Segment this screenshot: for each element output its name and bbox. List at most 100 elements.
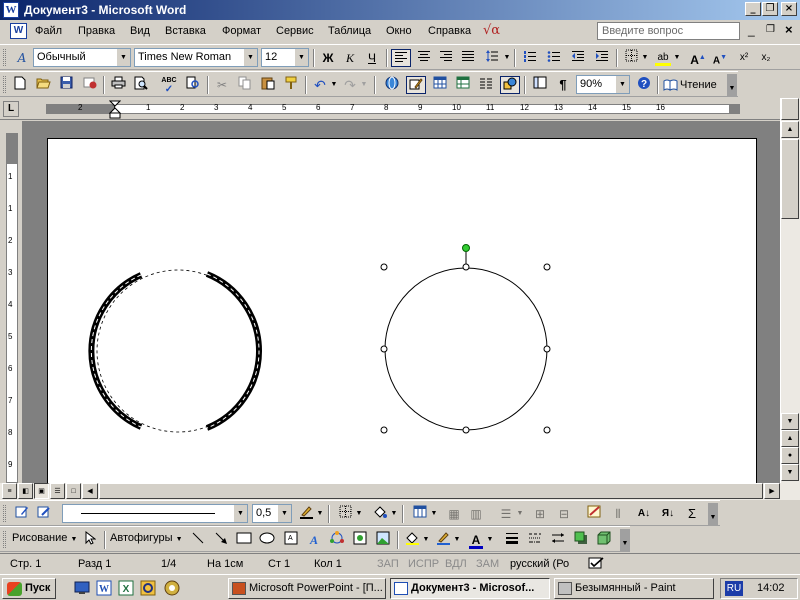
align-left-button[interactable] xyxy=(391,49,411,67)
quicklaunch-outlook-icon[interactable] xyxy=(140,580,156,596)
quicklaunch-word-icon[interactable]: W xyxy=(96,580,112,596)
indent-marker[interactable] xyxy=(109,100,121,120)
shrink-font-button[interactable]: A▼ xyxy=(710,49,730,67)
reading-view-button[interactable]: □ xyxy=(66,483,81,499)
oval-tool-button[interactable] xyxy=(257,531,277,549)
menu-help[interactable]: Справка xyxy=(428,25,471,37)
text-direction-button[interactable]: ⫴ xyxy=(608,505,628,523)
status-language[interactable]: русский (Ро xyxy=(510,558,569,570)
doc-close-button[interactable]: × xyxy=(785,22,793,37)
arrow-style-button[interactable] xyxy=(548,531,568,549)
close-button[interactable]: × xyxy=(781,2,797,16)
bold-button[interactable]: Ж xyxy=(318,49,338,67)
chevron-down-icon[interactable]: ▼ xyxy=(641,49,649,67)
edit-shape-button[interactable] xyxy=(12,505,32,523)
distribute-columns-button[interactable]: ⊟ xyxy=(554,505,574,523)
autoformat-table-button[interactable] xyxy=(584,505,604,523)
drawing-button[interactable] xyxy=(500,76,520,94)
tab-selector[interactable]: L xyxy=(3,101,19,117)
resize-handle[interactable] xyxy=(543,263,551,271)
menu-insert[interactable]: Вставка xyxy=(165,25,206,37)
italic-button[interactable]: К xyxy=(340,49,360,67)
reading-mode-button[interactable]: Чтение xyxy=(663,76,717,94)
select-objects-button[interactable] xyxy=(80,530,100,549)
zoom-select[interactable]: 90% ▼ xyxy=(576,75,630,94)
arrow-tool-button[interactable] xyxy=(211,531,231,549)
toolbar-grip[interactable] xyxy=(3,76,6,93)
split-cells-button[interactable]: ▥ xyxy=(466,505,486,523)
undo-button[interactable]: ↶ xyxy=(310,76,330,94)
merge-cells-button[interactable]: ▦ xyxy=(444,505,464,523)
chevron-down-icon[interactable]: ▼ xyxy=(516,505,524,523)
status-extend-selection[interactable]: ВДЛ xyxy=(445,558,467,570)
menu-table[interactable]: Таблица xyxy=(328,25,371,37)
chevron-down-icon[interactable]: ▼ xyxy=(430,505,438,523)
underline-button[interactable]: Ч xyxy=(362,49,382,67)
diagram-button[interactable] xyxy=(327,531,347,549)
menu-window[interactable]: Окно xyxy=(386,25,412,37)
next-page-button[interactable]: ▼ xyxy=(781,464,799,481)
shape-style-button[interactable] xyxy=(34,505,54,523)
language-indicator[interactable]: RU xyxy=(725,581,743,596)
research-button[interactable] xyxy=(183,76,203,94)
resize-handle[interactable] xyxy=(380,345,388,353)
resize-handle[interactable] xyxy=(543,345,551,353)
paste-button[interactable] xyxy=(258,76,278,94)
resize-handle[interactable] xyxy=(543,426,551,434)
print-layout-button[interactable]: ▣ xyxy=(34,483,49,499)
doc-minimize-button[interactable]: _ xyxy=(748,23,755,37)
format-painter-button[interactable] xyxy=(281,76,301,94)
toolbar-options-button[interactable]: ▼ xyxy=(620,529,630,551)
spelling-button[interactable]: ABC ✓ xyxy=(159,76,179,95)
sort-descending-button[interactable]: Я↓ xyxy=(658,505,678,523)
copy-button[interactable] xyxy=(235,76,255,94)
drawing-menu-button[interactable]: Рисование ▼ xyxy=(12,532,77,544)
styles-pane-icon[interactable]: A xyxy=(12,49,32,67)
menu-view[interactable]: Вид xyxy=(130,25,150,37)
equation-icon[interactable]: √α xyxy=(483,23,500,38)
chevron-down-icon[interactable]: ▼ xyxy=(390,505,398,523)
highlight-button[interactable]: ab xyxy=(653,49,673,67)
chevron-down-icon[interactable]: ▼ xyxy=(330,76,338,94)
shadow-style-button[interactable] xyxy=(571,531,591,549)
picture-button[interactable] xyxy=(373,531,393,549)
quicklaunch-media-icon[interactable] xyxy=(164,580,180,596)
3d-style-button[interactable] xyxy=(594,531,614,549)
hyperlink-button[interactable] xyxy=(382,76,402,94)
line-style-select[interactable]: ▼ xyxy=(62,504,248,523)
normal-view-button[interactable]: ≡ xyxy=(2,483,17,499)
subscript-button[interactable]: x₂ xyxy=(756,49,776,67)
grow-font-button[interactable]: A▲ xyxy=(688,49,708,67)
drawing-toolbar-button[interactable] xyxy=(406,76,426,94)
help-button[interactable]: ? xyxy=(634,76,654,94)
outline-view-button[interactable]: ☰ xyxy=(50,483,65,499)
task-powerpoint[interactable]: Microsoft PowerPoint - [П... xyxy=(228,578,386,599)
justify-button[interactable] xyxy=(458,49,478,67)
selected-circle[interactable] xyxy=(384,248,548,431)
line-tool-button[interactable] xyxy=(188,531,208,549)
style-select[interactable]: Обычный ▼ xyxy=(33,48,131,67)
chevron-down-icon[interactable]: ▼ xyxy=(355,505,363,523)
chevron-down-icon[interactable]: ▼ xyxy=(486,531,494,549)
scroll-right-button[interactable]: ▶ xyxy=(764,483,780,499)
textbox-tool-button[interactable]: A xyxy=(281,531,301,549)
quicklaunch-desktop-icon[interactable] xyxy=(74,580,90,596)
chevron-down-icon[interactable]: ▼ xyxy=(360,76,368,94)
start-button[interactable]: Пуск xyxy=(2,578,56,599)
chevron-down-icon[interactable]: ▼ xyxy=(673,49,681,67)
show-formatting-button[interactable]: ¶ xyxy=(553,76,573,94)
line-color-button[interactable] xyxy=(433,531,453,549)
resize-handle[interactable] xyxy=(380,263,388,271)
autoshapes-menu-button[interactable]: Автофигуры ▼ xyxy=(110,532,183,544)
redo-button[interactable]: ↷ xyxy=(340,76,360,94)
vertical-ruler-strip[interactable]: 112345678910 xyxy=(6,133,18,501)
menu-tools[interactable]: Сервис xyxy=(276,25,314,37)
bullets-button[interactable] xyxy=(544,49,564,67)
rotation-handle[interactable] xyxy=(462,244,470,252)
document-map-button[interactable] xyxy=(530,76,550,94)
status-track-changes[interactable]: ИСПР xyxy=(408,558,439,570)
dash-style-button[interactable] xyxy=(525,531,545,549)
menu-file[interactable]: Файл xyxy=(35,25,62,37)
outside-borders-button[interactable] xyxy=(335,505,355,523)
permission-button[interactable] xyxy=(80,76,100,94)
